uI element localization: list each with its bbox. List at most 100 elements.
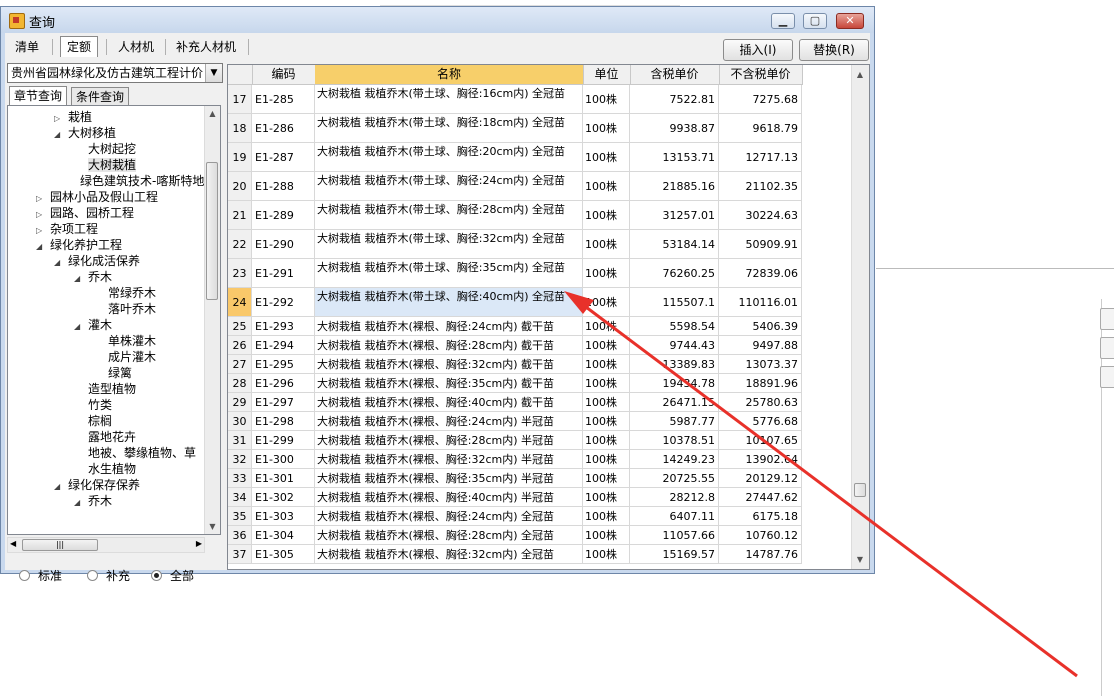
tab-condition-query[interactable]: 条件查询 — [71, 87, 130, 106]
table-row[interactable]: 32 E1-300 大树栽植 栽植乔木(裸根、胸径:32cm内) 半冠苗 100株 14… — [228, 450, 802, 469]
header-name[interactable]: 名称 — [315, 65, 584, 85]
table-row[interactable]: 29 E1-297 大树栽植 栽植乔木(裸根、胸径:40cm内) 截干苗 100株 26… — [228, 393, 802, 412]
table-row[interactable]: 33 E1-301 大树栽植 栽植乔木(裸根、胸径:35cm内) 半冠苗 100株 20… — [228, 469, 802, 488]
tree-node[interactable]: 棕榈 — [74, 413, 112, 429]
row-unit: 100株 — [583, 526, 630, 545]
table-row[interactable]: 35 E1-303 大树栽植 栽植乔木(裸根、胸径:24cm内) 全冠苗 100株 64… — [228, 507, 802, 526]
collapse-icon[interactable]: ◢ — [36, 239, 46, 255]
background-button[interactable] — [1100, 308, 1114, 330]
scroll-down-icon[interactable]: ▼ — [852, 552, 868, 567]
row-name: 大树栽植 栽植乔木(带土球、胸径:28cm内) 全冠苗 — [315, 201, 583, 230]
collapse-icon[interactable]: ◢ — [74, 495, 84, 511]
tab-extra-materials[interactable]: 补充人材机 — [170, 37, 242, 57]
table-row[interactable]: 21 E1-289 大树栽植 栽植乔木(带土球、胸径:28cm内) 全冠苗 100株 3… — [228, 201, 802, 230]
maximize-button[interactable]: ▢ — [803, 13, 827, 29]
radio-supplement[interactable]: 补充 — [87, 567, 130, 584]
table-row[interactable]: 22 E1-290 大树栽植 栽植乔木(带土球、胸径:32cm内) 全冠苗 100株 5… — [228, 230, 802, 259]
scroll-thumb[interactable] — [854, 483, 866, 497]
scroll-thumb[interactable]: ||| — [22, 539, 98, 551]
tab-chapter-query[interactable]: 章节查询 — [9, 86, 68, 106]
background-button[interactable] — [1100, 366, 1114, 388]
tree-node[interactable]: ▷ 栽植 — [54, 109, 92, 125]
collapse-icon[interactable]: ◢ — [54, 127, 64, 143]
tree-node-label: 园林小品及假山工程 — [50, 190, 159, 204]
header-price-tax[interactable]: 含税单价 — [630, 65, 720, 85]
table-row[interactable]: 19 E1-287 大树栽植 栽植乔木(带土球、胸径:20cm内) 全冠苗 100株 1… — [228, 143, 802, 172]
table-row[interactable]: 17 E1-285 大树栽植 栽植乔木(带土球、胸径:16cm内) 全冠苗 100株 7… — [228, 85, 802, 114]
tree-node[interactable]: ◢ 灌木 — [74, 317, 112, 333]
scroll-up-icon[interactable]: ▲ — [852, 67, 868, 82]
insert-button[interactable]: 插入(I) — [723, 39, 793, 61]
tree-node[interactable]: ▷ 杂项工程 — [36, 221, 98, 237]
scroll-left-icon[interactable]: ◀ — [10, 539, 16, 548]
row-price-notax: 50909.91 — [719, 230, 802, 259]
tree-node[interactable]: ▷ 园路、园桥工程 — [36, 205, 134, 221]
tree-node[interactable]: 大树栽植 — [74, 157, 137, 173]
tree-node[interactable]: 绿篱 — [94, 365, 132, 381]
tree-node[interactable]: 常绿乔木 — [94, 285, 156, 301]
header-code[interactable]: 编码 — [252, 65, 316, 85]
table-row[interactable]: 28 E1-296 大树栽植 栽植乔木(裸根、胸径:35cm内) 截干苗 100株 19… — [228, 374, 802, 393]
minimize-button[interactable]: ▁ — [771, 13, 795, 29]
tree-node[interactable]: 露地花卉 — [74, 429, 136, 445]
tree-node[interactable]: 绿色建筑技术-喀斯特地 — [66, 173, 204, 189]
tree-node[interactable]: ◢ 大树移植 — [54, 125, 116, 141]
table-row[interactable]: 26 E1-294 大树栽植 栽植乔木(裸根、胸径:28cm内) 截干苗 100株 97… — [228, 336, 802, 355]
table-row[interactable]: 20 E1-288 大树栽植 栽植乔木(带土球、胸径:24cm内) 全冠苗 100株 2… — [228, 172, 802, 201]
tree-node[interactable]: ◢ 绿化成活保养 — [54, 253, 140, 269]
row-price-tax: 6407.11 — [630, 507, 719, 526]
table-row[interactable]: 31 E1-299 大树栽植 栽植乔木(裸根、胸径:28cm内) 半冠苗 100株 10… — [228, 431, 802, 450]
scroll-thumb[interactable] — [206, 162, 218, 300]
collapse-icon[interactable]: ◢ — [74, 319, 84, 335]
tree-node[interactable]: ◢ 绿化保存保养 — [54, 477, 140, 493]
tree-node[interactable]: 造型植物 — [74, 381, 136, 397]
table-row[interactable]: 37 E1-305 大树栽植 栽植乔木(裸根、胸径:32cm内) 全冠苗 100株 15… — [228, 545, 802, 564]
table-row[interactable]: 34 E1-302 大树栽植 栽植乔木(裸根、胸径:40cm内) 半冠苗 100株 28… — [228, 488, 802, 507]
tree-node[interactable]: 竹类 — [74, 397, 112, 413]
tree-vertical-scrollbar[interactable]: ▲ ▼ — [204, 106, 220, 534]
table-row[interactable]: 25 E1-293 大树栽植 栽植乔木(裸根、胸径:24cm内) 截干苗 100株 55… — [228, 317, 802, 336]
row-index: 36 — [228, 526, 252, 545]
scroll-down-icon[interactable]: ▼ — [205, 519, 220, 534]
replace-button[interactable]: 替换(R) — [799, 39, 869, 61]
tree-node[interactable]: 地被、攀缘植物、草 — [74, 445, 196, 461]
header-price-notax[interactable]: 不含税单价 — [719, 65, 803, 85]
tab-quota[interactable]: 定额 — [60, 36, 99, 57]
tab-materials[interactable]: 人材机 — [112, 37, 160, 57]
tree-node[interactable]: 落叶乔木 — [94, 301, 156, 317]
tree-node[interactable]: 水生植物 — [74, 461, 136, 477]
table-row[interactable]: 18 E1-286 大树栽植 栽植乔木(带土球、胸径:18cm内) 全冠苗 100株 9… — [228, 114, 802, 143]
tree-node[interactable]: ◢ 乔木 — [74, 493, 112, 509]
close-button[interactable]: ✕ — [836, 13, 864, 29]
chevron-down-icon[interactable]: ▼ — [205, 64, 222, 82]
tree-node[interactable]: ▷ 园林小品及假山工程 — [36, 189, 158, 205]
scroll-up-icon[interactable]: ▲ — [205, 106, 220, 121]
table-row[interactable]: 27 E1-295 大树栽植 栽植乔木(裸根、胸径:32cm内) 截干苗 100株 13… — [228, 355, 802, 374]
radio-standard[interactable]: 标准 — [19, 567, 62, 584]
table-row[interactable]: 36 E1-304 大树栽植 栽植乔木(裸根、胸径:28cm内) 全冠苗 100株 11… — [228, 526, 802, 545]
collapse-icon[interactable]: ◢ — [54, 479, 64, 495]
tab-bill[interactable]: 清单 — [9, 37, 45, 57]
collapse-icon[interactable]: ◢ — [74, 271, 84, 287]
title-bar[interactable]: 查询 ▁ ▢ ✕ — [1, 7, 874, 33]
scroll-right-icon[interactable]: ▶ — [196, 539, 202, 548]
table-row[interactable]: 24 E1-292 大树栽植 栽植乔木(带土球、胸径:40cm内) 全冠苗 100株 1… — [228, 288, 802, 317]
tree-node[interactable]: 单株灌木 — [94, 333, 156, 349]
table-row[interactable]: 23 E1-291 大树栽植 栽植乔木(带土球、胸径:35cm内) 全冠苗 100株 7… — [228, 259, 802, 288]
tree-node[interactable]: ◢ 绿化养护工程 — [36, 237, 122, 253]
row-price-notax: 13073.37 — [719, 355, 802, 374]
row-unit: 100株 — [583, 545, 630, 564]
tree-node[interactable]: ◢ 乔木 — [74, 269, 112, 285]
table-vertical-scrollbar[interactable]: ▲ ▼ — [851, 65, 869, 569]
quota-library-select[interactable]: 贵州省园林绿化及仿古建筑工程计价 ▼ — [7, 63, 223, 83]
tree-horizontal-scrollbar[interactable]: ◀ ||| ▶ — [7, 537, 205, 553]
tree-node[interactable]: 成片灌木 — [94, 349, 156, 365]
background-button[interactable] — [1100, 337, 1114, 359]
row-name: 大树栽植 栽植乔木(裸根、胸径:24cm内) 半冠苗 — [315, 412, 583, 431]
collapse-icon[interactable]: ◢ — [54, 255, 64, 271]
table-row[interactable]: 30 E1-298 大树栽植 栽植乔木(裸根、胸径:24cm内) 半冠苗 100株 59… — [228, 412, 802, 431]
header-unit[interactable]: 单位 — [583, 65, 631, 85]
row-index: 27 — [228, 355, 252, 374]
tree-node[interactable]: 大树起挖 — [74, 141, 136, 157]
radio-all[interactable]: 全部 — [151, 567, 194, 584]
